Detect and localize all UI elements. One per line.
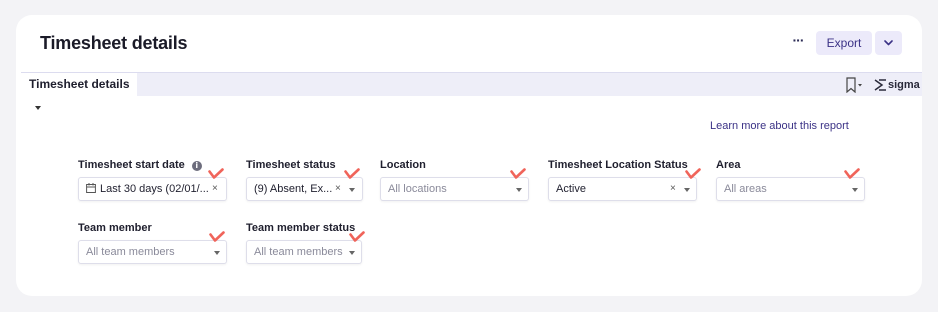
sigma-logo-icon [874, 79, 886, 91]
area-placeholder: All areas [724, 183, 767, 195]
learn-more-link[interactable]: Learn more about this report [710, 120, 849, 132]
timesheet-status-field[interactable]: (9) Absent, Ex... × [246, 177, 363, 201]
check-mark-icon [209, 231, 225, 242]
dropdown-caret-icon [516, 188, 522, 192]
status-value: (9) Absent, Ex... [254, 183, 333, 195]
team-member-field[interactable]: All team members [78, 240, 227, 264]
brand-name: sigma [888, 79, 920, 91]
area-field[interactable]: All areas [716, 177, 865, 201]
team-member-status-label: Team member status [246, 222, 356, 234]
check-mark-icon [685, 168, 701, 179]
calendar-icon [86, 183, 96, 193]
location-status-value: Active [556, 183, 586, 195]
clear-icon[interactable]: × [335, 178, 341, 200]
check-mark-icon [510, 168, 526, 179]
tab-label: Timesheet details [29, 77, 130, 91]
more-options-button[interactable]: ··· [786, 32, 810, 52]
chevron-down-icon [884, 40, 893, 46]
check-mark-icon [349, 231, 365, 242]
dropdown-caret-icon [684, 188, 690, 192]
dropdown-caret-icon [349, 251, 355, 255]
tab-timesheet-details[interactable]: Timesheet details [21, 73, 137, 110]
location-label: Location [380, 159, 426, 171]
label-text: Timesheet start date [78, 159, 185, 171]
export-dropdown-button[interactable] [875, 31, 902, 55]
timesheet-start-date-label: Timesheet start date i [78, 159, 202, 171]
check-mark-icon [844, 168, 860, 179]
dropdown-caret-icon [852, 188, 858, 192]
dropdown-caret-icon [349, 188, 355, 192]
page-title: Timesheet details [40, 33, 188, 53]
export-button[interactable]: Export [816, 31, 872, 55]
bookmark-icon [846, 77, 862, 94]
timesheet-status-label: Timesheet status [246, 159, 336, 171]
bookmark-menu-button[interactable] [845, 77, 865, 94]
check-mark-icon [344, 168, 360, 179]
team-member-placeholder: All team members [86, 246, 175, 258]
clear-icon[interactable]: × [212, 178, 218, 200]
location-field[interactable]: All locations [380, 177, 529, 201]
team-member-status-field[interactable]: All team members [246, 240, 362, 264]
report-card: Timesheet details ··· Export Timesheet d… [16, 15, 922, 296]
team-member-status-placeholder: All team members [254, 246, 343, 258]
timesheet-location-status-label: Timesheet Location Status [548, 159, 688, 171]
check-mark-icon [208, 168, 224, 179]
team-member-label: Team member [78, 222, 152, 234]
clear-icon[interactable]: × [670, 178, 676, 200]
location-placeholder: All locations [388, 183, 447, 195]
timesheet-location-status-field[interactable]: Active × [548, 177, 697, 201]
sigma-logo: sigma [874, 76, 920, 94]
info-icon[interactable]: i [191, 161, 202, 171]
start-date-value: Last 30 days (02/01/... [100, 183, 209, 195]
caret-down-icon [35, 105, 41, 110]
timesheet-start-date-field[interactable]: Last 30 days (02/01/... × [78, 177, 227, 201]
page-tab-bar: Timesheet details sigma [21, 72, 922, 110]
dropdown-caret-icon [214, 251, 220, 255]
area-label: Area [716, 159, 741, 171]
